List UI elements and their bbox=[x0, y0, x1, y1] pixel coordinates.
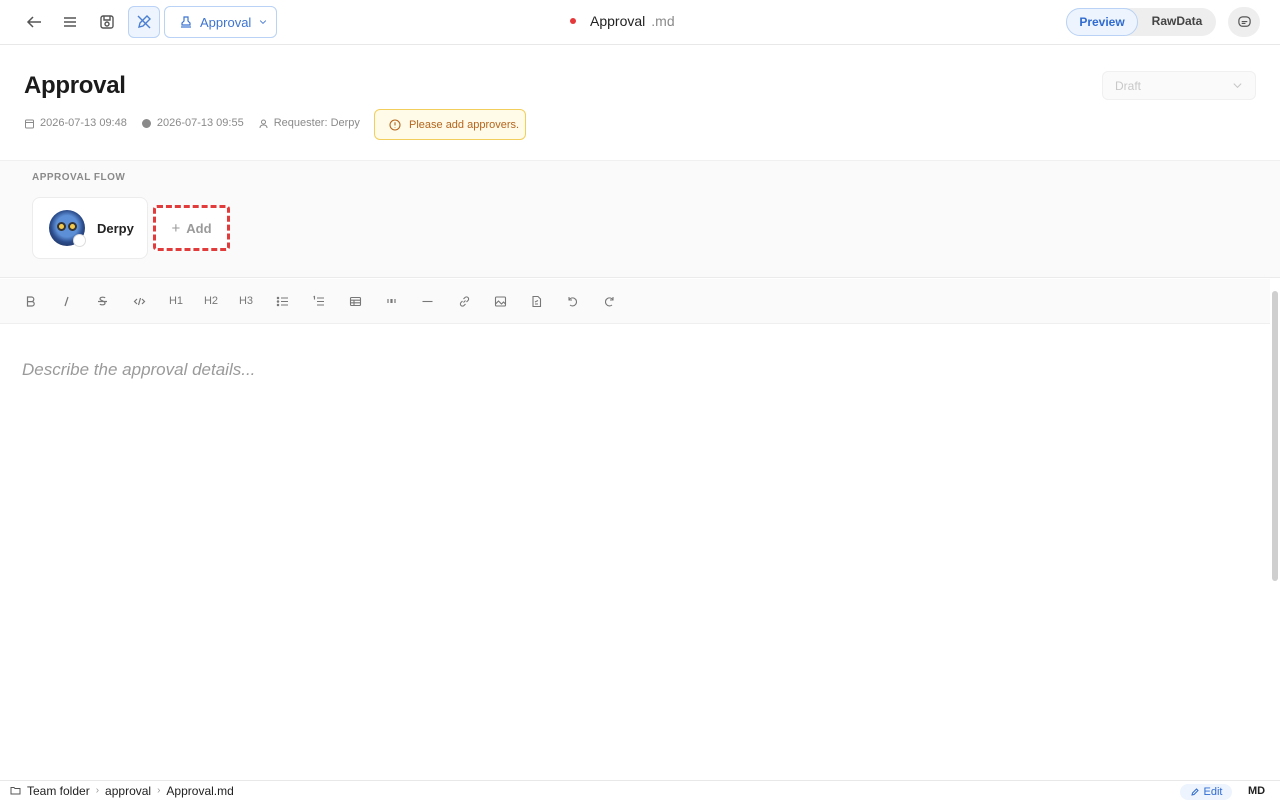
status-bar: Team folder › approval › Approval.md Edi… bbox=[0, 780, 1280, 800]
chevron-right-icon: › bbox=[95, 785, 100, 796]
document-type-dropdown[interactable]: Approval bbox=[164, 6, 277, 38]
breadcrumb-file[interactable]: Approval.md bbox=[166, 784, 233, 798]
pending-status-icon bbox=[73, 234, 86, 247]
edit-mode-button[interactable]: Edit bbox=[1180, 784, 1232, 800]
editor-scrollbar[interactable] bbox=[1270, 279, 1280, 759]
comment-icon bbox=[1237, 15, 1251, 27]
document-extension: .md bbox=[651, 13, 675, 29]
edit-mode-toggle-icon[interactable] bbox=[128, 6, 160, 38]
status-dropdown[interactable]: Draft bbox=[1102, 71, 1256, 100]
status-label: Draft bbox=[1115, 78, 1142, 93]
add-approver-label: Add bbox=[186, 220, 212, 236]
heading-1-button[interactable]: H1 bbox=[166, 291, 186, 311]
preview-tab[interactable]: Preview bbox=[1066, 8, 1138, 36]
approver-name: Derpy bbox=[97, 220, 134, 236]
editor-toolbar: H1 H2 H3 bbox=[0, 279, 1270, 324]
add-approver-button[interactable]: + Add bbox=[153, 205, 230, 251]
link-icon[interactable] bbox=[454, 291, 474, 311]
calendar-icon bbox=[25, 119, 34, 128]
heading-2-button[interactable]: H2 bbox=[201, 291, 221, 311]
redo-icon[interactable] bbox=[599, 291, 619, 311]
back-arrow-icon[interactable] bbox=[18, 6, 50, 38]
ordered-list-icon[interactable] bbox=[308, 291, 328, 311]
unsaved-indicator bbox=[570, 18, 576, 24]
menu-icon[interactable] bbox=[54, 6, 86, 38]
horizontal-rule-icon[interactable] bbox=[417, 291, 437, 311]
document-meta: 2026-07-13 09:48 2026-07-13 09:55 Reques… bbox=[24, 117, 360, 129]
pencil-icon bbox=[1190, 788, 1199, 796]
breadcrumb-approval-folder[interactable]: approval bbox=[105, 784, 151, 798]
quote-icon[interactable] bbox=[381, 291, 401, 311]
page-title: Approval bbox=[24, 72, 126, 99]
breadcrumb-team-folder[interactable]: Team folder bbox=[27, 784, 90, 798]
scrollbar-thumb[interactable] bbox=[1272, 291, 1278, 581]
heading-3-button[interactable]: H3 bbox=[236, 291, 256, 311]
chevron-right-icon: › bbox=[157, 785, 161, 796]
requester: Requester: Derpy bbox=[258, 117, 360, 129]
italic-icon[interactable] bbox=[56, 291, 76, 311]
bold-icon[interactable] bbox=[20, 291, 40, 311]
avatar bbox=[49, 210, 86, 247]
created-date: 2026-07-13 09:48 bbox=[24, 117, 127, 129]
alert-circle-icon bbox=[389, 118, 401, 131]
document-name: Approval bbox=[590, 13, 646, 29]
user-icon bbox=[259, 119, 268, 128]
bullet-list-icon[interactable] bbox=[272, 291, 292, 311]
chevron-down-icon bbox=[1233, 83, 1242, 89]
document-title: Approval .md bbox=[570, 13, 675, 29]
top-toolbar: Approval Approval .md Preview RawData bbox=[0, 0, 1280, 45]
markdown-mode-label: MD bbox=[1248, 785, 1266, 797]
plus-icon: + bbox=[171, 219, 181, 237]
code-icon[interactable] bbox=[129, 291, 149, 311]
strikethrough-icon[interactable] bbox=[92, 291, 112, 311]
file-icon[interactable] bbox=[526, 291, 546, 311]
breadcrumb: Team folder › approval › Approval.md bbox=[10, 784, 234, 798]
chevron-down-icon bbox=[260, 20, 267, 25]
rawdata-tab[interactable]: RawData bbox=[1138, 8, 1216, 36]
image-icon[interactable] bbox=[490, 291, 510, 311]
updated-date: 2026-07-13 09:55 bbox=[141, 117, 244, 129]
approval-flow-label: APPROVAL FLOW bbox=[32, 172, 126, 183]
folder-icon bbox=[10, 787, 21, 795]
stamp-icon bbox=[181, 16, 191, 28]
undo-icon[interactable] bbox=[562, 291, 582, 311]
editor-placeholder[interactable]: Describe the approval details... bbox=[22, 360, 255, 380]
clock-icon bbox=[141, 118, 151, 128]
add-approvers-warning: Please add approvers. bbox=[374, 109, 526, 140]
view-mode-toggle: Preview RawData bbox=[1066, 8, 1216, 36]
comments-button[interactable] bbox=[1228, 7, 1260, 37]
approval-flow-section: APPROVAL FLOW Derpy + Add bbox=[0, 160, 1280, 278]
document-type-label: Approval bbox=[200, 14, 252, 30]
approver-card[interactable]: Derpy bbox=[32, 197, 148, 259]
save-icon[interactable] bbox=[91, 6, 123, 38]
table-icon[interactable] bbox=[345, 291, 365, 311]
